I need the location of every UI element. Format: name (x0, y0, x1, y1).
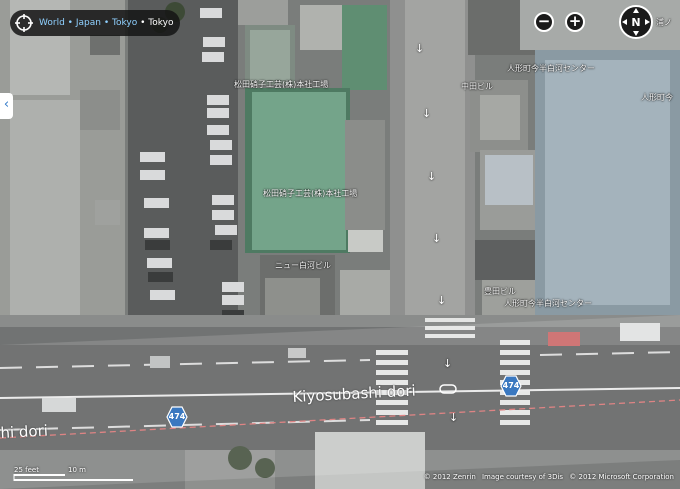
attribution-imagery: Image courtesy of 3Dis (481, 473, 564, 481)
side-panel-toggle[interactable]: ‹ (0, 93, 13, 119)
road-label-kiyosubashi-left: hi dori (0, 421, 49, 442)
poi-label-ningyocho-bottom[interactable]: 人形町今半白河センター (504, 298, 592, 309)
attribution-microsoft: © 2012 Microsoft Corporation (569, 473, 674, 481)
minus-icon: − (537, 12, 551, 30)
poi-label-factory-top[interactable]: 松田硝子工芸(株)本社工場 (234, 79, 328, 90)
zoom-in-button[interactable]: + (565, 12, 585, 32)
breadcrumb-text: World • Japan • Tokyo • Tokyo (39, 18, 174, 28)
breadcrumb-separator: • (67, 18, 73, 28)
arrow-down-icon: ↓ (432, 232, 442, 245)
crosshair-icon[interactable] (14, 13, 34, 33)
chevron-left-icon: ‹ (3, 97, 10, 112)
route-shield-474-right: 474 (500, 375, 522, 397)
breadcrumb-current: Tokyo (148, 18, 174, 28)
poi-label-nakata[interactable]: 中田ビル (461, 81, 493, 92)
route-shield-474-left: 474 (166, 406, 188, 428)
scale-bar: 25 feet 10 m (13, 466, 135, 482)
arrow-down-icon: ↓ (415, 42, 425, 55)
scale-bar-lines (13, 474, 133, 481)
arrow-down-icon: ↓ (422, 107, 432, 120)
compass-icon[interactable]: N (619, 5, 653, 39)
zoom-out-button[interactable]: − (534, 12, 554, 32)
arrow-down-icon: ↓ (437, 294, 447, 307)
breadcrumb-separator: • (140, 18, 146, 28)
arrow-down-icon: ↓ (427, 170, 437, 183)
breadcrumb-link-japan[interactable]: Japan (76, 18, 101, 28)
map-attribution: © 2012 Zenrin Image courtesy of 3Dis © 2… (420, 473, 674, 481)
route-number: 474 (502, 381, 520, 390)
breadcrumb: World • Japan • Tokyo • Tokyo (10, 10, 180, 36)
poi-label-edge-top-right[interactable]: 浦ノ (656, 17, 672, 28)
poi-label-new-shirakawa[interactable]: ニュー白河ビル (275, 260, 331, 271)
poi-label-ningyocho-top[interactable]: 人形町今半白河センター (507, 63, 595, 74)
arrow-down-icon: ↓ (443, 357, 453, 370)
attribution-zenrin: © 2012 Zenrin (423, 473, 476, 481)
poi-label-toyoda[interactable]: 豊田ビル (484, 286, 516, 297)
poi-label-factory-mid[interactable]: 松田硝子工芸(株)本社工場 (263, 188, 357, 199)
breadcrumb-separator: • (103, 18, 110, 28)
compass-control[interactable]: N (619, 5, 653, 39)
aerial-map[interactable]: 松田硝子工芸(株)本社工場 松田硝子工芸(株)本社工場 ニュー白河ビル 中田ビル… (0, 0, 680, 489)
arrow-down-icon: ↓ (449, 411, 459, 424)
route-number: 474 (168, 412, 186, 421)
plus-icon: + (568, 12, 582, 30)
poi-label-ningyocho-right[interactable]: 人形町今 (641, 92, 673, 103)
breadcrumb-link-tokyo[interactable]: Tokyo (112, 18, 137, 28)
compass-north-label: N (631, 16, 640, 29)
breadcrumb-link-world[interactable]: World (39, 18, 65, 28)
